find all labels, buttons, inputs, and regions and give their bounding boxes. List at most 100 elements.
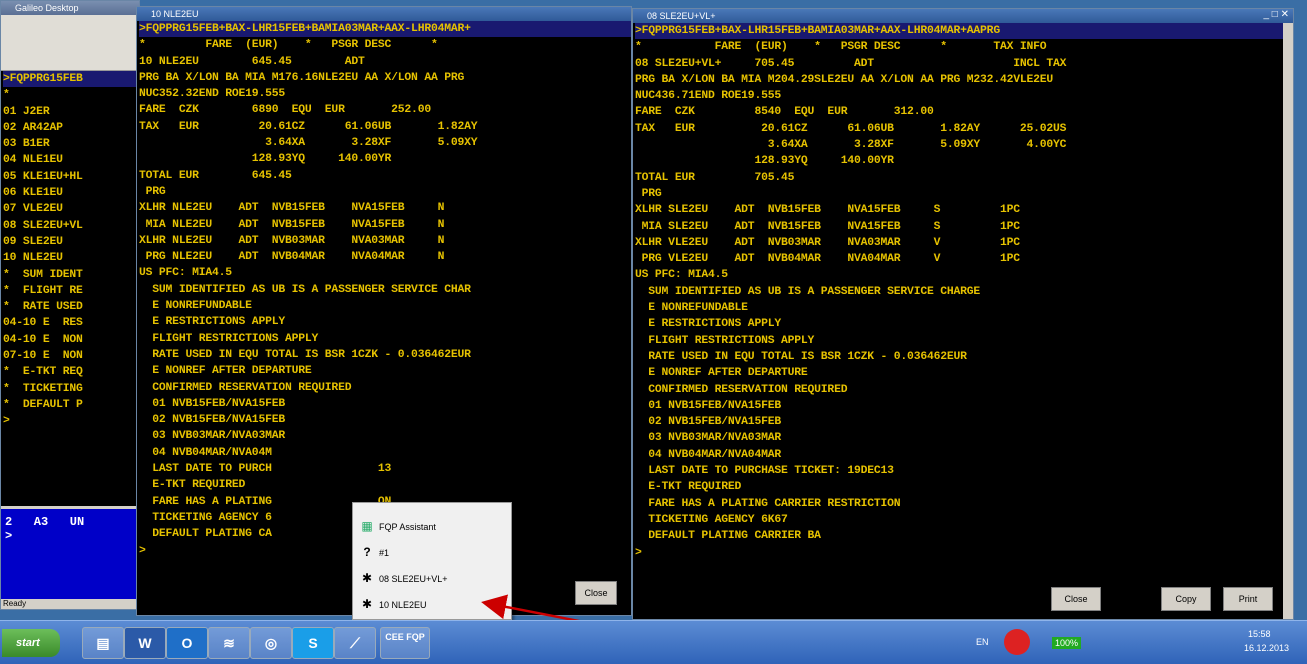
terminal-line: FARE CZK 6890 EQU EUR 252.00	[139, 104, 431, 117]
terminal-line: RATE USED IN EQU TOTAL IS BSR 1CZK - 0.0…	[635, 350, 967, 363]
terminal-line: TAX EUR 20.61CZ 61.06UB 1.82AY	[139, 120, 478, 133]
terminal-line: RATE USED IN EQU TOTAL IS BSR 1CZK - 0.0…	[139, 348, 471, 361]
popup-item-nle2eu[interactable]: ✱ 10 NLE2EU	[359, 595, 427, 613]
terminal-line: LAST DATE TO PURCHASE TICKET: 19DEC13	[635, 465, 894, 478]
antivirus-icon[interactable]	[1004, 629, 1030, 655]
clock-date: 16.12.2013	[1244, 643, 1290, 653]
terminal-line: 03 NVB03MAR/NVA03MAR	[139, 430, 285, 443]
terminal-line: SUM IDENTIFIED AS UB IS A PASSENGER SERV…	[139, 283, 471, 296]
terminal-line: NUC352.32END ROE19.555	[139, 88, 285, 101]
window-title: 08 SLE2EU+VL+	[633, 9, 1293, 23]
popup-item-label: 08 SLE2EU+VL+	[379, 574, 448, 584]
clock-time[interactable]: 15:58	[1248, 629, 1271, 639]
taskbar-group-popup: ▦ FQP Assistant ? #1 ✱ 08 SLE2EU+VL+ ✱ 10 NL…	[352, 502, 512, 620]
popup-item-label: #1	[379, 548, 390, 558]
terminal-line: CONFIRMED RESERVATION REQUIRED	[635, 383, 848, 396]
terminal-line: CONFIRMED RESERVATION REQUIRED	[139, 381, 352, 394]
popup-item-1[interactable]: ? #1	[359, 543, 389, 561]
popup-item-sle2eu[interactable]: ✱ 08 SLE2EU+VL+	[359, 569, 448, 587]
terminal-line: 01 J2ER	[3, 105, 50, 118]
outlook-icon[interactable]: O	[166, 627, 208, 659]
terminal-line: 08 SLE2EU+VL	[3, 219, 83, 232]
terminal-line: >FQPPRG15FEB+BAX-LHR15FEB+BAMIA03MAR+AAX…	[139, 21, 631, 38]
terminal-line: *	[3, 89, 10, 102]
terminal-line: >	[635, 546, 642, 559]
command-panel[interactable]: 2 A3 UN >	[1, 509, 139, 599]
terminal-line: NUC436.71END ROE19.555	[635, 90, 781, 103]
question-icon: ?	[363, 545, 371, 559]
terminal-line: >FQPPRG15FEB+BAX-LHR15FEB+BAMIA03MAR+AAX…	[635, 23, 1293, 40]
close-icon[interactable]: _ □ ✕	[1263, 9, 1289, 20]
terminal-line: TOTAL EUR 705.45	[635, 171, 795, 184]
terminal-line: SUM IDENTIFIED AS UB IS A PASSENGER SERV…	[635, 285, 981, 298]
scrollbar[interactable]	[1283, 23, 1293, 619]
terminal-line: 10 NLE2EU	[3, 252, 63, 265]
terminal-line: LAST DATE TO PURCH 13	[139, 463, 392, 476]
terminal-line: PRG VLE2EU ADT NVB04MAR NVA04MAR V 1PC	[635, 253, 1020, 266]
terminal-line: 09 SLE2EU	[3, 235, 63, 248]
terminal-line: 04 NVB04MAR/NVA04MAR	[635, 448, 781, 461]
terminal-line: 02 NVB15FEB/NVA15FEB	[635, 416, 781, 429]
terminal-line: >FQPPRG15FEB	[3, 71, 139, 88]
terminal-line: 07-10 E NON	[3, 350, 83, 363]
terminal-line: * FLIGHT RE	[3, 284, 83, 297]
terminal-line: E-TKT REQUIRED	[635, 481, 742, 494]
terminal-line: 04 NLE1EU	[3, 154, 63, 167]
star-icon: ✱	[361, 597, 373, 611]
close-button[interactable]: Close	[575, 581, 617, 605]
terminal-line: PRG BA X/LON BA MIA M176.16NLE2EU AA X/L…	[139, 71, 465, 84]
close-button[interactable]: Close	[1051, 587, 1101, 611]
terminal-line: 01 NVB15FEB/NVA15FEB	[635, 399, 781, 412]
terminal-line: PRG	[139, 185, 166, 198]
terminal-line: * DEFAULT P	[3, 398, 83, 411]
toolbar[interactable]	[1, 15, 139, 71]
fqp-icon: ▦	[361, 519, 373, 533]
terminal-line: 03 B1ER	[3, 138, 50, 151]
word-icon[interactable]: W	[124, 627, 166, 659]
terminal-line: PRG BA X/LON BA MIA M204.29SLE2EU AA X/L…	[635, 73, 1054, 86]
terminal-line: TOTAL EUR 645.45	[139, 169, 292, 182]
terminal-output: >FQPPRG15FEB+BAX-LHR15FEB+BAMIA03MAR+AAX…	[633, 23, 1293, 561]
terminal-line: 10 NLE2EU 645.45 ADT	[139, 55, 365, 68]
terminal-line: PRG NLE2EU ADT NVB04MAR NVA04MAR N	[139, 251, 445, 264]
terminal-line: XLHR NLE2EU ADT NVB15FEB NVA15FEB N	[139, 202, 445, 215]
terminal-line: * RATE USED	[3, 301, 83, 314]
terminal-line: TICKETING AGENCY 6K67	[635, 513, 788, 526]
language-indicator[interactable]: EN	[976, 637, 989, 647]
start-button[interactable]: start	[2, 629, 60, 657]
popup-item-fqp-assistant[interactable]: ▦ FQP Assistant	[359, 517, 436, 535]
terminal-line: FARE CZK 8540 EQU EUR 312.00	[635, 106, 934, 119]
terminal-line: 3.64XA 3.28XF 5.09XY 4.00YC	[635, 139, 1067, 152]
terminal-line: * SUM IDENT	[3, 268, 83, 281]
terminal-line: 07 VLE2EU	[3, 203, 63, 216]
terminal-line: 06 KLE1EU	[3, 187, 63, 200]
terminal-line: 03 NVB03MAR/NVA03MAR	[635, 432, 781, 445]
terminal-line: * TICKETING	[3, 382, 83, 395]
terminal-line: 08 SLE2EU+VL+ 705.45 ADT INCL TAX	[635, 57, 1067, 70]
copy-button[interactable]: Copy	[1161, 587, 1211, 611]
window-title: Galileo Desktop	[1, 1, 139, 15]
terminal-line: MIA NLE2EU ADT NVB15FEB NVA15FEB N	[139, 218, 445, 231]
terminal-output: >FQPPRG15FEB * 01 J2ER 02 AR42AP 03 B1ER 04 N…	[1, 71, 139, 506]
app-icon[interactable]: ⟋	[334, 627, 376, 659]
cee-fqp-taskbar-button[interactable]: CEE FQP	[380, 627, 430, 659]
terminal-line: * FARE (EUR) * PSGR DESC * TAX INFO	[635, 41, 1047, 54]
browser-icon[interactable]: ◎	[250, 627, 292, 659]
terminal-line: PRG	[635, 187, 662, 200]
explorer-icon[interactable]: ▤	[82, 627, 124, 659]
taskbar: start ▤ W O ≋ ◎ S ⟋ CEE FQP EN 100% 15:5…	[0, 620, 1307, 664]
popup-item-label: FQP Assistant	[379, 522, 436, 532]
terminal-line: US PFC: MIA4.5	[139, 267, 232, 280]
terminal-line: MIA SLE2EU ADT NVB15FEB NVA15FEB S 1PC	[635, 220, 1020, 233]
fqp-window-sle2eu[interactable]: 08 SLE2EU+VL+ _ □ ✕ >FQPPRG15FEB+BAX-LHR…	[632, 8, 1294, 620]
galileo-desktop-window: Galileo Desktop >FQPPRG15FEB * 01 J2ER 02 A…	[0, 0, 140, 610]
system-tray: EN 100% 15:58 16.12.2013	[948, 625, 1307, 661]
popup-item-label: 10 NLE2EU	[379, 600, 427, 610]
skype-icon[interactable]: S	[292, 627, 334, 659]
print-button[interactable]: Print	[1223, 587, 1273, 611]
network-icon[interactable]: ≋	[208, 627, 250, 659]
terminal-line: XLHR VLE2EU ADT NVB03MAR NVA03MAR V 1PC	[635, 236, 1020, 249]
terminal-line: E RESTRICTIONS APPLY	[139, 316, 285, 329]
battery-indicator[interactable]: 100%	[1052, 637, 1082, 649]
terminal-line: FLIGHT RESTRICTIONS APPLY	[635, 334, 815, 347]
